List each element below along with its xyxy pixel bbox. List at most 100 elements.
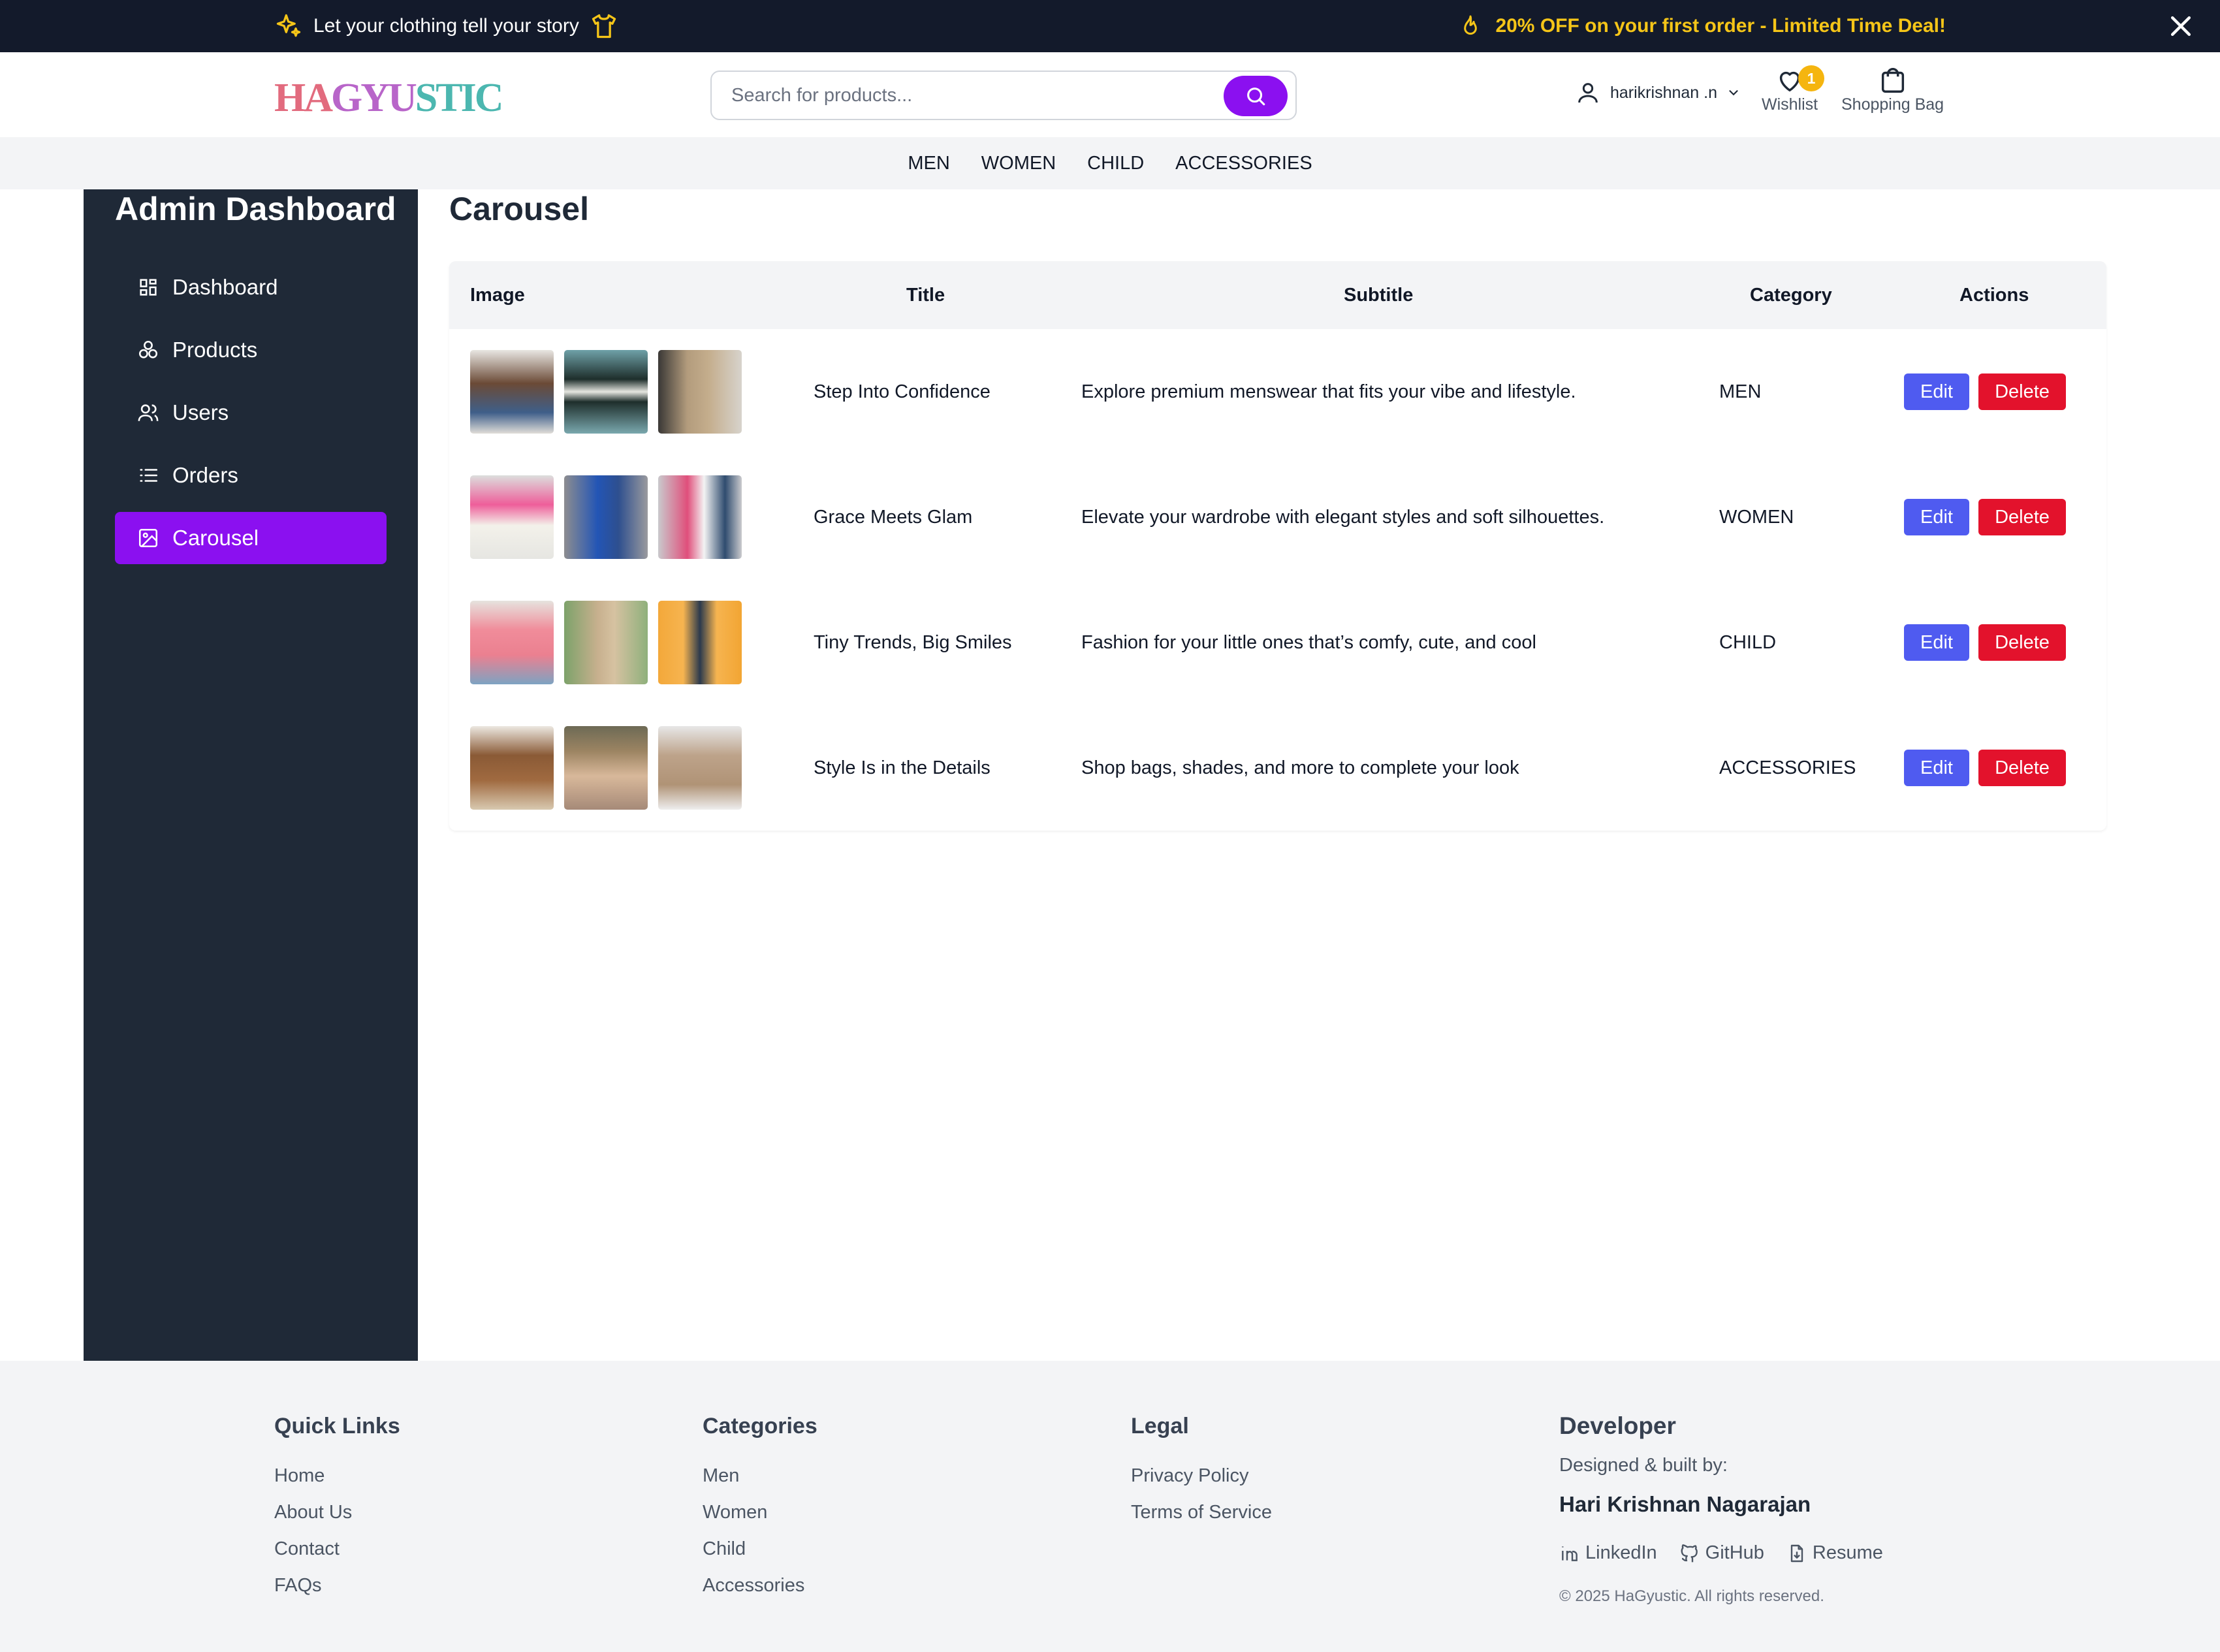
footer-heading: Legal bbox=[1131, 1414, 1189, 1438]
delete-button[interactable]: Delete bbox=[1978, 499, 2066, 535]
row-category: MEN bbox=[1719, 381, 1762, 402]
delete-button[interactable]: Delete bbox=[1978, 373, 2066, 410]
edit-button[interactable]: Edit bbox=[1904, 373, 1969, 410]
footer-link-home[interactable]: Home bbox=[274, 1457, 400, 1494]
table-row: Tiny Trends, Big Smiles Fashion for your… bbox=[449, 580, 2106, 705]
sidebar-title: Admin Dashboard bbox=[115, 191, 396, 227]
footer-link-men[interactable]: Men bbox=[703, 1457, 817, 1494]
nav-link-men[interactable]: MEN bbox=[908, 153, 949, 174]
sidebar-item-users[interactable]: Users bbox=[115, 387, 387, 439]
wishlist-count-badge: 1 bbox=[1798, 65, 1824, 91]
carousel-image bbox=[564, 726, 648, 810]
footer-link-terms[interactable]: Terms of Service bbox=[1131, 1494, 1272, 1531]
footer-heading: Categories bbox=[703, 1414, 817, 1438]
boxes-icon bbox=[138, 340, 158, 358]
search-button[interactable] bbox=[1224, 76, 1288, 116]
carousel-image bbox=[470, 350, 554, 434]
table-row: Grace Meets Glam Elevate your wardrobe w… bbox=[449, 454, 2106, 580]
user-name: harikrishnan .n bbox=[1610, 83, 1717, 102]
sidebar-item-label: Orders bbox=[172, 463, 238, 487]
search-input[interactable] bbox=[731, 78, 1188, 112]
announcement-left-text: Let your clothing tell your story bbox=[313, 15, 579, 37]
column-header-subtitle: Subtitle bbox=[1344, 285, 1414, 306]
table-header: Image Title Subtitle Category Actions bbox=[449, 261, 2106, 329]
image-icon bbox=[138, 528, 158, 548]
carousel-image bbox=[564, 350, 648, 434]
footer-developer: Developer Designed & built by: Hari Kris… bbox=[1559, 1413, 1883, 1606]
user-icon bbox=[1578, 83, 1598, 103]
sidebar-item-label: Users bbox=[172, 400, 229, 424]
announcement-left: Let your clothing tell your story bbox=[274, 0, 618, 52]
column-header-image: Image bbox=[470, 285, 525, 306]
shopping-bag-button[interactable]: Shopping Bag bbox=[1841, 65, 1944, 114]
announcement-right: 20% OFF on your first order - Limited Ti… bbox=[1457, 0, 1946, 52]
nav-link-women[interactable]: WOMEN bbox=[981, 153, 1056, 174]
file-download-icon bbox=[1790, 1544, 1803, 1562]
admin-sidebar: Admin Dashboard Dashboard Products Users… bbox=[84, 189, 418, 1361]
footer-heading: Developer bbox=[1559, 1412, 1676, 1439]
edit-button[interactable]: Edit bbox=[1904, 499, 1969, 535]
user-menu[interactable]: harikrishnan .n bbox=[1575, 80, 1741, 106]
row-title: Tiny Trends, Big Smiles bbox=[814, 632, 1012, 653]
row-title: Step Into Confidence bbox=[814, 381, 991, 402]
row-images bbox=[470, 350, 742, 434]
footer-link-privacy[interactable]: Privacy Policy bbox=[1131, 1457, 1272, 1494]
sidebar-item-products[interactable]: Products bbox=[115, 324, 387, 376]
row-category: ACCESSORIES bbox=[1719, 757, 1856, 778]
category-nav: MEN WOMEN CHILD ACCESSORIES bbox=[0, 137, 2220, 189]
carousel-table: Image Title Subtitle Category Actions St… bbox=[449, 261, 2106, 831]
carousel-image bbox=[658, 475, 742, 559]
delete-button[interactable]: Delete bbox=[1978, 624, 2066, 661]
nav-link-child[interactable]: CHILD bbox=[1087, 153, 1144, 174]
sidebar-item-label: Carousel bbox=[172, 526, 259, 550]
footer-quick-links: Quick Links Home About Us Contact FAQs bbox=[274, 1413, 400, 1604]
column-header-title: Title bbox=[906, 285, 945, 306]
close-icon[interactable] bbox=[2166, 12, 2195, 40]
shopping-bag-label: Shopping Bag bbox=[1841, 95, 1944, 114]
carousel-image bbox=[470, 601, 554, 684]
carousel-image bbox=[658, 350, 742, 434]
chevron-down-icon bbox=[1729, 90, 1738, 96]
users-icon bbox=[138, 404, 159, 421]
developer-built-by: Designed & built by: bbox=[1559, 1455, 1728, 1476]
row-subtitle: Fashion for your little ones that’s comf… bbox=[1081, 632, 1536, 653]
grid-icon bbox=[140, 279, 157, 296]
copyright-text: © 2025 HaGyustic. All rights reserved. bbox=[1559, 1587, 1824, 1605]
brand-logo[interactable]: HAGYUSTIC bbox=[274, 75, 504, 121]
sidebar-item-orders[interactable]: Orders bbox=[115, 449, 387, 501]
sidebar-item-label: Dashboard bbox=[172, 275, 278, 299]
shopping-bag-icon bbox=[1881, 68, 1904, 93]
wishlist-button[interactable]: 1 Wishlist bbox=[1762, 65, 1824, 114]
carousel-image bbox=[658, 726, 742, 810]
list-icon bbox=[140, 469, 158, 482]
sidebar-item-carousel[interactable]: Carousel bbox=[115, 512, 387, 564]
row-subtitle: Elevate your wardrobe with elegant style… bbox=[1081, 507, 1605, 528]
footer-link-accessories[interactable]: Accessories bbox=[703, 1567, 817, 1604]
resume-link[interactable]: Resume bbox=[1786, 1542, 1883, 1564]
delete-button[interactable]: Delete bbox=[1978, 750, 2066, 786]
row-images bbox=[470, 601, 742, 684]
nav-link-accessories[interactable]: ACCESSORIES bbox=[1175, 153, 1312, 174]
sidebar-item-dashboard[interactable]: Dashboard bbox=[115, 261, 387, 313]
site-header: HAGYUSTIC harikrishnan .n 1 Wishlist Sho… bbox=[0, 52, 2220, 137]
footer-link-child[interactable]: Child bbox=[703, 1531, 817, 1567]
footer-link-about[interactable]: About Us bbox=[274, 1494, 400, 1531]
footer-link-women[interactable]: Women bbox=[703, 1494, 817, 1531]
footer-heading: Quick Links bbox=[274, 1414, 400, 1438]
announcement-bar: Let your clothing tell your story 20% OF… bbox=[0, 0, 2220, 52]
edit-button[interactable]: Edit bbox=[1904, 624, 1969, 661]
sparkles-icon bbox=[276, 14, 301, 37]
column-header-actions: Actions bbox=[1959, 285, 2029, 306]
row-title: Style Is in the Details bbox=[814, 757, 991, 778]
row-subtitle: Shop bags, shades, and more to complete … bbox=[1081, 757, 1519, 778]
footer-link-contact[interactable]: Contact bbox=[274, 1531, 400, 1567]
row-images bbox=[470, 726, 742, 810]
linkedin-link[interactable]: LinkedIn bbox=[1559, 1542, 1657, 1564]
wishlist-label: Wishlist bbox=[1762, 95, 1818, 114]
developer-name: Hari Krishnan Nagarajan bbox=[1559, 1492, 1811, 1516]
row-category: WOMEN bbox=[1719, 507, 1794, 528]
page-title: Carousel bbox=[449, 191, 589, 227]
footer-link-faqs[interactable]: FAQs bbox=[274, 1567, 400, 1604]
github-link[interactable]: GitHub bbox=[1679, 1542, 1764, 1564]
edit-button[interactable]: Edit bbox=[1904, 750, 1969, 786]
